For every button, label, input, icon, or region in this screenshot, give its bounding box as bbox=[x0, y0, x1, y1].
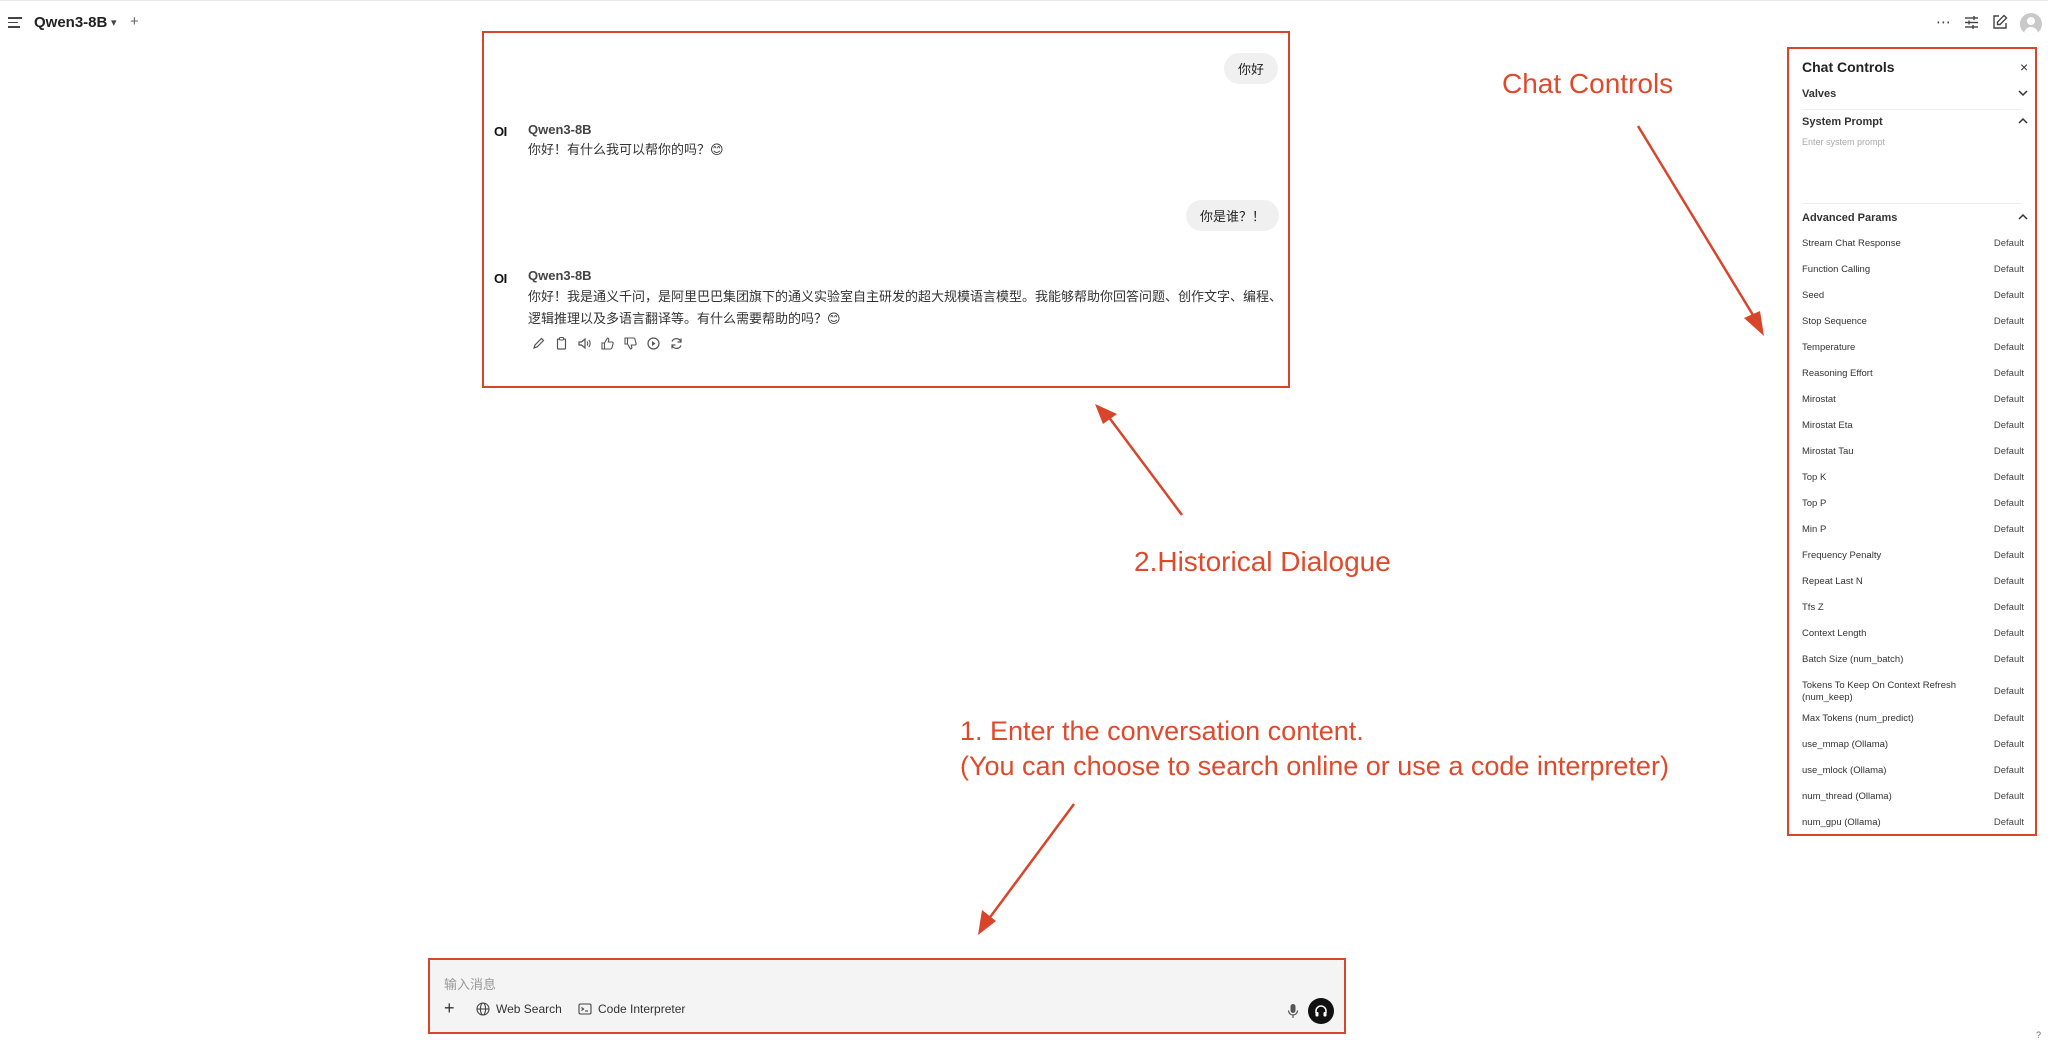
thumbs-down-icon[interactable] bbox=[623, 336, 638, 351]
user-avatar[interactable] bbox=[2020, 13, 2042, 35]
assistant-logo-icon: OI bbox=[494, 271, 507, 286]
user-message-bubble: 你是谁？！ bbox=[1186, 200, 1280, 231]
menu-icon[interactable] bbox=[8, 17, 22, 29]
historical-dialogue-highlight bbox=[482, 31, 1290, 388]
annotation-arrow-dialogue bbox=[1095, 404, 1184, 516]
continue-icon[interactable] bbox=[646, 336, 661, 351]
new-chat-edit-icon[interactable] bbox=[1992, 14, 2008, 34]
copy-icon[interactable] bbox=[554, 336, 569, 351]
assistant-message-text-line-2: 逻辑推理以及多语言翻译等。有什么需要帮助的吗？😊 bbox=[528, 311, 841, 326]
annotation-chat-controls: Chat Controls bbox=[1502, 68, 1674, 99]
more-options-icon[interactable]: ⋯ bbox=[1936, 13, 1951, 31]
assistant-message-text: 你好！有什么我可以帮你的吗？😊 bbox=[528, 142, 724, 157]
help-button[interactable]: ? bbox=[2036, 1030, 2041, 1040]
thumbs-up-icon[interactable] bbox=[600, 336, 615, 351]
annotation-enter-content-line-1: 1. Enter the conversation content. bbox=[960, 716, 1364, 746]
controls-sliders-icon[interactable] bbox=[1964, 15, 1979, 34]
regenerate-icon[interactable] bbox=[669, 336, 684, 351]
annotation-historical-dialogue: 2.Historical Dialogue bbox=[1134, 546, 1391, 577]
annotation-arrow-input bbox=[978, 803, 1076, 935]
model-selector[interactable]: Qwen3-8B bbox=[34, 14, 107, 31]
assistant-model-name: Qwen3-8B bbox=[528, 268, 592, 283]
assistant-model-name: Qwen3-8B bbox=[528, 122, 592, 137]
assistant-message-text-line-1: 你好！我是通义千问，是阿里巴巴集团旗下的通义实验室自主研发的超大规模语言模型。我… bbox=[528, 289, 1283, 304]
annotation-arrow-controls bbox=[1636, 125, 1764, 336]
assistant-logo-icon: OI bbox=[494, 124, 507, 139]
edit-icon[interactable] bbox=[531, 336, 546, 351]
chat-controls-highlight bbox=[1787, 47, 2037, 836]
user-message-bubble: 你好 bbox=[1224, 53, 1279, 84]
annotation-enter-content-line-2: (You can choose to search online or use … bbox=[960, 751, 1669, 781]
input-highlight bbox=[428, 958, 1346, 1034]
speaker-icon[interactable] bbox=[577, 336, 592, 351]
chevron-down-icon[interactable]: ▾ bbox=[111, 16, 117, 29]
add-model-button[interactable]: + bbox=[130, 13, 139, 30]
